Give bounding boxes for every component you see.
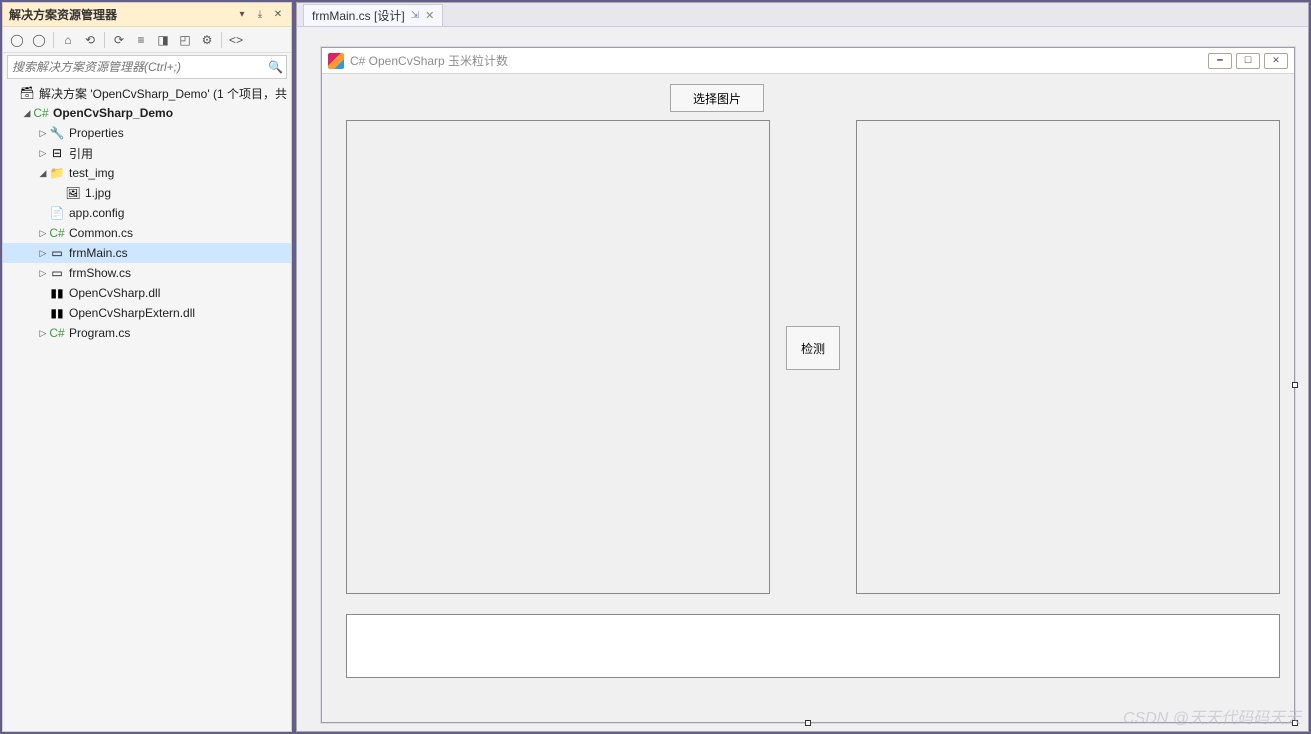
dll-file-node[interactable]: ▮▮ OpenCvSharp.dll (3, 283, 291, 303)
expander-icon[interactable]: ▷ (37, 268, 49, 279)
pin-icon[interactable]: ⇲ (411, 10, 419, 21)
dll-icon: ▮▮ (49, 306, 65, 320)
separator (221, 32, 222, 48)
cs-file-node[interactable]: ▷ C# Program.cs (3, 323, 291, 343)
node-label: Common.cs (69, 226, 133, 240)
csharp-project-icon: C# (33, 106, 49, 120)
references-icon: ⊟ (49, 146, 65, 160)
view-icon[interactable]: ◰ (175, 30, 195, 50)
panel-title: 解决方案资源管理器 (9, 6, 235, 23)
config-icon: 📄 (49, 206, 65, 220)
dll-file-node[interactable]: ▮▮ OpenCvSharpExtern.dll (3, 303, 291, 323)
node-label: 解决方案 'OpenCvSharp_Demo' (1 个项目，共 (39, 85, 287, 102)
tab-label: frmMain.cs [设计] (312, 7, 405, 24)
node-label: Program.cs (69, 326, 130, 340)
cs-file-node[interactable]: ▷ ▭ frmShow.cs (3, 263, 291, 283)
properties-node[interactable]: ▷ 🔧 Properties (3, 123, 291, 143)
properties-icon[interactable]: ⚙ (197, 30, 217, 50)
project-node[interactable]: ◢ C# OpenCvSharp_Demo (3, 103, 291, 123)
expander-icon[interactable]: ▷ (37, 148, 49, 159)
form-titlebar: C# OpenCvSharp 玉米粒计数 ━ ☐ ✕ (322, 48, 1294, 74)
solution-tree: 🗃 解决方案 'OpenCvSharp_Demo' (1 个项目，共 ◢ C# … (3, 81, 291, 729)
form-body[interactable]: 选择图片 检测 (322, 74, 1294, 722)
pin-icon[interactable]: ⤓ (253, 8, 267, 22)
maximize-button[interactable]: ☐ (1236, 53, 1260, 69)
node-label: frmMain.cs (69, 246, 128, 260)
image-file-node[interactable]: 🖼 1.jpg (3, 183, 291, 203)
node-label: test_img (69, 166, 114, 180)
expander-icon[interactable]: ▷ (37, 128, 49, 139)
panel-titlebar: 解决方案资源管理器 ▾ ⤓ ✕ (3, 3, 291, 27)
expander-icon[interactable]: ◢ (37, 168, 49, 179)
folder-node[interactable]: ◢ 📁 test_img (3, 163, 291, 183)
refresh-icon[interactable]: ⟳ (109, 30, 129, 50)
forward-icon[interactable]: ◯ (29, 30, 49, 50)
image-icon: 🖼 (65, 186, 81, 200)
form-window[interactable]: C# OpenCvSharp 玉米粒计数 ━ ☐ ✕ 选择图片 检测 (321, 47, 1295, 723)
node-label: Properties (69, 126, 124, 140)
dll-icon: ▮▮ (49, 286, 65, 300)
show-all-icon[interactable]: ◨ (153, 30, 173, 50)
solution-node[interactable]: 🗃 解决方案 'OpenCvSharp_Demo' (1 个项目，共 (3, 83, 291, 103)
collapse-icon[interactable]: ≡ (131, 30, 151, 50)
separator (53, 32, 54, 48)
minimize-button[interactable]: ━ (1208, 53, 1232, 69)
expander-icon[interactable]: ▷ (37, 228, 49, 239)
picturebox-right[interactable] (856, 120, 1280, 594)
node-label: 1.jpg (85, 186, 111, 200)
expander-icon[interactable]: ◢ (21, 108, 33, 119)
app-icon (328, 53, 344, 69)
close-button[interactable]: ✕ (1264, 53, 1288, 69)
resize-handle[interactable] (1292, 382, 1298, 388)
node-label: OpenCvSharpExtern.dll (69, 306, 195, 320)
csharp-icon: C# (49, 326, 65, 340)
wrench-icon: 🔧 (49, 126, 65, 140)
back-icon[interactable]: ◯ (7, 30, 27, 50)
cs-file-node[interactable]: ▷ C# Common.cs (3, 223, 291, 243)
close-icon[interactable]: ✕ (425, 9, 434, 22)
expander-icon[interactable]: ▷ (37, 328, 49, 339)
node-label: 引用 (69, 145, 93, 162)
form-icon: ▭ (49, 266, 65, 280)
tab-frmmain-design[interactable]: frmMain.cs [设计] ⇲ ✕ (303, 4, 443, 26)
code-icon[interactable]: <> (226, 30, 246, 50)
node-label: frmShow.cs (69, 266, 131, 280)
sync-icon[interactable]: ⟲ (80, 30, 100, 50)
node-label: OpenCvSharp_Demo (53, 106, 173, 120)
resize-handle[interactable] (805, 720, 811, 726)
cs-file-node-selected[interactable]: ▷ ▭ frmMain.cs (3, 243, 291, 263)
search-input[interactable] (12, 60, 268, 74)
solution-explorer-panel: 解决方案资源管理器 ▾ ⤓ ✕ ◯ ◯ ⌂ ⟲ ⟳ ≡ ◨ ◰ ⚙ <> 🔍 🗃… (2, 2, 292, 732)
select-image-button[interactable]: 选择图片 (670, 84, 764, 112)
config-file-node[interactable]: 📄 app.config (3, 203, 291, 223)
resize-handle[interactable] (1292, 720, 1298, 726)
form-title: C# OpenCvSharp 玉米粒计数 (350, 52, 1208, 69)
document-area: frmMain.cs [设计] ⇲ ✕ C# OpenCvSharp 玉米粒计数… (296, 2, 1309, 732)
folder-icon: 📁 (49, 166, 65, 180)
node-label: OpenCvSharp.dll (69, 286, 160, 300)
separator (104, 32, 105, 48)
search-box[interactable]: 🔍 (7, 55, 287, 79)
dropdown-icon[interactable]: ▾ (235, 8, 249, 22)
picturebox-left[interactable] (346, 120, 770, 594)
home-icon[interactable]: ⌂ (58, 30, 78, 50)
references-node[interactable]: ▷ ⊟ 引用 (3, 143, 291, 163)
csharp-icon: C# (49, 226, 65, 240)
tab-strip: frmMain.cs [设计] ⇲ ✕ (297, 3, 1308, 27)
detect-button[interactable]: 检测 (786, 326, 840, 370)
solution-toolbar: ◯ ◯ ⌂ ⟲ ⟳ ≡ ◨ ◰ ⚙ <> (3, 27, 291, 53)
node-label: app.config (69, 206, 124, 220)
search-icon[interactable]: 🔍 (268, 60, 282, 74)
solution-icon: 🗃 (19, 86, 35, 100)
close-icon[interactable]: ✕ (271, 8, 285, 22)
design-surface[interactable]: C# OpenCvSharp 玉米粒计数 ━ ☐ ✕ 选择图片 检测 (307, 37, 1298, 721)
expander-icon[interactable]: ▷ (37, 248, 49, 259)
form-icon: ▭ (49, 246, 65, 260)
output-textbox[interactable] (346, 614, 1280, 678)
